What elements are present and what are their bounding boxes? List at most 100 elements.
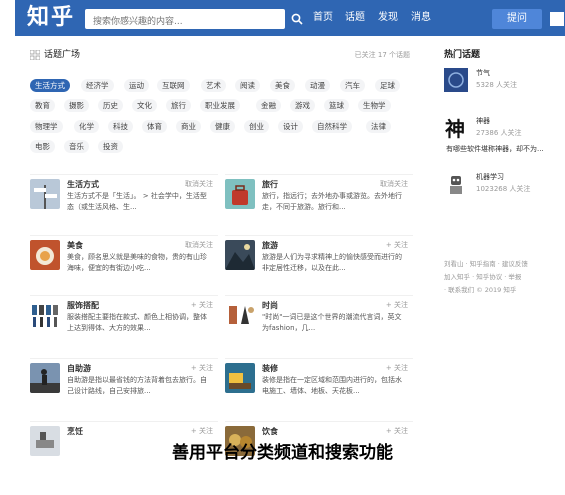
chip[interactable]: 物理学 bbox=[30, 120, 63, 133]
hot-topic-name[interactable]: 节气 bbox=[476, 68, 490, 78]
follow-toggle[interactable]: + 关注 bbox=[386, 363, 408, 374]
chip[interactable]: 经济学 bbox=[81, 79, 114, 92]
follow-toggle[interactable]: + 关注 bbox=[191, 426, 213, 437]
grid-icon bbox=[30, 50, 40, 60]
topic-card[interactable]: 旅行 取消关注 旅行，指远行；去外地办事或游览。去外地行走，不同于旅游。旅行和.… bbox=[225, 174, 413, 230]
chip[interactable]: 设计 bbox=[278, 120, 303, 133]
topic-name[interactable]: 旅游 bbox=[262, 240, 278, 251]
chip-lifestyle[interactable]: 生活方式 bbox=[30, 79, 70, 92]
chip[interactable]: 汽车 bbox=[340, 79, 365, 92]
topic-description: "时尚"一词已是这个世界的潮流代言词，英文为fashion，几... bbox=[262, 313, 402, 332]
chip[interactable]: 文化 bbox=[132, 99, 157, 112]
footer-line[interactable]: · 联系我们 © 2019 知乎 bbox=[444, 284, 565, 297]
chip[interactable]: 体育 bbox=[142, 120, 167, 133]
chip[interactable]: 教育 bbox=[30, 99, 55, 112]
hot-topic-followers: 5328 人关注 bbox=[476, 81, 518, 89]
follow-toggle[interactable]: + 关注 bbox=[386, 240, 408, 251]
interior-thumbnail bbox=[225, 363, 255, 393]
robot-thumbnail bbox=[444, 172, 468, 196]
chip[interactable]: 生物学 bbox=[358, 99, 391, 112]
search-box[interactable] bbox=[85, 9, 285, 32]
search-input[interactable] bbox=[85, 12, 285, 32]
topic-card[interactable]: 时尚 + 关注 "时尚"一词已是这个世界的潮流代言词，英文为fashion，几.… bbox=[225, 295, 413, 351]
topic-name[interactable]: 烹饪 bbox=[67, 426, 83, 437]
chip[interactable]: 音乐 bbox=[64, 140, 89, 153]
topic-name[interactable]: 生活方式 bbox=[67, 179, 99, 190]
topic-name[interactable]: 装修 bbox=[262, 363, 278, 374]
clothing-thumbnail bbox=[30, 300, 60, 330]
chip[interactable]: 化学 bbox=[74, 120, 99, 133]
calendar-thumbnail bbox=[444, 68, 468, 92]
chip[interactable]: 互联网 bbox=[157, 79, 190, 92]
search-icon[interactable] bbox=[287, 9, 307, 29]
topic-name[interactable]: 美食 bbox=[67, 240, 83, 251]
chip[interactable]: 法律 bbox=[366, 120, 391, 133]
topic-card[interactable]: 美食 取消关注 美食，顾名思义就是美味的食物，贵的有山珍海味，便宜的有街边小吃.… bbox=[30, 235, 218, 291]
nav-discover[interactable]: 发现 bbox=[378, 10, 398, 26]
chip[interactable]: 动漫 bbox=[305, 79, 330, 92]
chip[interactable]: 商业 bbox=[176, 120, 201, 133]
chip[interactable]: 职业发展 bbox=[200, 99, 240, 112]
avatar[interactable] bbox=[550, 12, 564, 26]
topic-card[interactable]: 生活方式 取消关注 生活方式不是「生活」。 > 社会学中，生活型态（或生活风格、… bbox=[30, 174, 218, 230]
chip[interactable]: 自然科学 bbox=[312, 120, 352, 133]
topic-description: 旅行，指远行；去外地办事或游览。去外地行走，不同于旅游。旅行和... bbox=[262, 192, 402, 211]
chip[interactable]: 电影 bbox=[30, 140, 55, 153]
topic-card[interactable]: 旅游 + 关注 旅游是人们为寻求精神上的愉快感受而进行的非定居性迁移，以及在此.… bbox=[225, 235, 413, 291]
topic-card[interactable]: 自助游 + 关注 自助游是指以最省钱的方法背着包去旅行。自己设计路线，自己安排旅… bbox=[30, 358, 218, 414]
hot-topic-name[interactable]: 机器学习 bbox=[476, 172, 504, 182]
chip[interactable]: 运动 bbox=[124, 79, 149, 92]
footer-links: 刘看山 · 知乎指南 · 建议反馈 加入知乎 · 知乎协议 · 举报 · 联系我… bbox=[444, 258, 565, 297]
topic-name[interactable]: 旅行 bbox=[262, 179, 278, 190]
footer-line[interactable]: 刘看山 · 知乎指南 · 建议反馈 bbox=[444, 258, 565, 271]
follow-toggle[interactable]: 取消关注 bbox=[185, 240, 213, 251]
follow-toggle[interactable]: 取消关注 bbox=[185, 179, 213, 190]
chip[interactable]: 阅读 bbox=[235, 79, 260, 92]
luggage-thumbnail bbox=[225, 179, 255, 209]
follow-toggle[interactable]: + 关注 bbox=[191, 363, 213, 374]
topic-description: 旅游是人们为寻求精神上的愉快感受而进行的非定居性迁移，以及在此... bbox=[262, 253, 402, 272]
ask-question-button[interactable]: 提问 bbox=[492, 9, 542, 29]
chip[interactable]: 艺术 bbox=[201, 79, 226, 92]
topic-card[interactable]: 装修 + 关注 装修是指在一定区域和范围内进行的，包括水电施工、墙体、地板、天花… bbox=[225, 358, 413, 414]
chip[interactable]: 旅行 bbox=[166, 99, 191, 112]
nav-home[interactable]: 首页 bbox=[313, 10, 333, 26]
hot-topic-question[interactable]: 有哪些软件堪称神器，却不为... bbox=[446, 144, 544, 154]
follow-toggle[interactable]: + 关注 bbox=[191, 300, 213, 311]
topic-name[interactable]: 时尚 bbox=[262, 300, 278, 311]
chip[interactable]: 历史 bbox=[98, 99, 123, 112]
hot-topic-followers: 27386 人关注 bbox=[476, 129, 522, 137]
food-thumbnail bbox=[30, 240, 60, 270]
chip[interactable]: 健康 bbox=[210, 120, 235, 133]
chip[interactable]: 投资 bbox=[98, 140, 123, 153]
topic-name[interactable]: 自助游 bbox=[67, 363, 91, 374]
topic-description: 装修是指在一定区域和范围内进行的，包括水电施工、墙体、地板、天花板... bbox=[262, 376, 402, 395]
caption-text: 善用平台分类频道和搜索功能 bbox=[172, 443, 393, 463]
chip[interactable]: 游戏 bbox=[290, 99, 315, 112]
followed-count: 已关注 17 个话题 bbox=[354, 51, 410, 59]
chip[interactable]: 金融 bbox=[256, 99, 281, 112]
sidebar-title: 热门话题 bbox=[444, 50, 481, 60]
chip[interactable]: 科技 bbox=[108, 120, 133, 133]
chip[interactable]: 足球 bbox=[375, 79, 400, 92]
hot-topic-name[interactable]: 神器 bbox=[476, 116, 490, 126]
nav-topics[interactable]: 话题 bbox=[345, 10, 365, 26]
chip[interactable]: 美食 bbox=[270, 79, 295, 92]
nav-messages[interactable]: 消息 bbox=[411, 10, 431, 26]
footer-line[interactable]: 加入知乎 · 知乎协议 · 举报 bbox=[444, 271, 565, 284]
topic-name[interactable]: 饮食 bbox=[262, 426, 278, 437]
chip[interactable]: 摄影 bbox=[64, 99, 89, 112]
follow-toggle[interactable]: + 关注 bbox=[386, 426, 408, 437]
hot-topic-followers: 1023268 人关注 bbox=[476, 185, 531, 193]
chip[interactable]: 创业 bbox=[244, 120, 269, 133]
topic-card[interactable]: 服饰搭配 + 关注 服装搭配主要指在款式、颜色上相协调，整体上达到得体、大方的效… bbox=[30, 295, 218, 351]
svg-text:神: 神 bbox=[445, 117, 465, 140]
mountain-thumbnail bbox=[225, 240, 255, 270]
topic-description: 美食，顾名思义就是美味的食物，贵的有山珍海味，便宜的有街边小吃... bbox=[67, 253, 207, 272]
follow-toggle[interactable]: 取消关注 bbox=[380, 179, 408, 190]
topic-name[interactable]: 服饰搭配 bbox=[67, 300, 99, 311]
topic-description: 自助游是指以最省钱的方法背着包去旅行。自己设计路线，自己安排旅... bbox=[67, 376, 207, 395]
follow-toggle[interactable]: + 关注 bbox=[386, 300, 408, 311]
chip[interactable]: 篮球 bbox=[324, 99, 349, 112]
zhihu-logo[interactable]: 知乎 bbox=[27, 4, 75, 32]
